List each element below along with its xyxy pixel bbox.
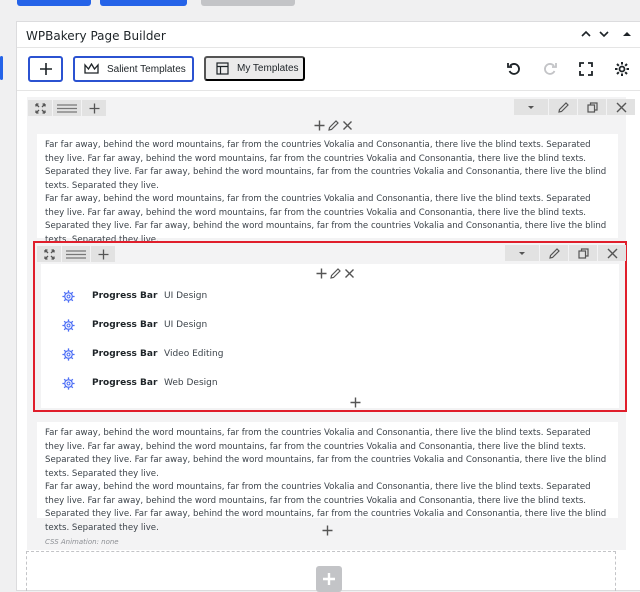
progress-bar-gear-icon — [62, 289, 75, 303]
progress-bar-label: UI Design — [164, 291, 208, 301]
row-layout-button[interactable] — [53, 100, 81, 116]
close-icon[interactable] — [344, 268, 355, 279]
crown-icon — [84, 63, 99, 74]
caret-down-icon — [519, 251, 525, 255]
progress-bar-label: Web Design — [164, 378, 218, 388]
pencil-icon — [557, 101, 569, 113]
pencil-icon[interactable] — [330, 267, 341, 279]
inner-column-controls — [316, 266, 355, 280]
fullscreen-icon[interactable] — [578, 61, 594, 77]
plus-icon — [39, 63, 52, 75]
divider — [17, 47, 640, 48]
top-button-2[interactable] — [100, 0, 187, 6]
text-paragraph: Far far away, behind the word mountains,… — [45, 194, 607, 245]
text-paragraph: Far far away, behind the word mountains,… — [45, 428, 607, 479]
row-dropdown-toggle[interactable] — [514, 99, 548, 115]
css-animation-note: CSS Animation: none — [45, 538, 119, 546]
move-icon — [34, 102, 46, 114]
inner-row-edit-button[interactable] — [540, 245, 568, 261]
text-paragraph: Far far away, behind the word mountains,… — [45, 140, 607, 191]
progress-bar-gear-icon — [62, 376, 75, 390]
row-clone-button[interactable] — [578, 99, 606, 115]
add-element-plus-icon[interactable] — [350, 397, 361, 408]
panel-title: WPBakery Page Builder — [26, 29, 166, 43]
progress-bar-element[interactable]: Progress Bar Web Design — [61, 375, 218, 391]
caret-down-icon — [528, 105, 534, 109]
side-indicator — [0, 56, 3, 80]
redo-icon[interactable] — [542, 61, 558, 77]
pencil-icon — [548, 247, 560, 259]
inner-row-dropdown-toggle[interactable] — [505, 245, 539, 261]
inner-row-layout-button[interactable] — [62, 246, 90, 262]
row-controls-right — [513, 99, 635, 117]
inner-row-controls-right — [504, 245, 626, 263]
plus-icon[interactable] — [314, 120, 325, 131]
pencil-icon[interactable] — [328, 119, 339, 131]
close-icon — [607, 248, 617, 258]
divider — [17, 90, 640, 91]
progress-bar-name: Progress Bar — [92, 291, 158, 301]
progress-bar-element[interactable]: Progress Bar Video Editing — [61, 346, 223, 362]
progress-bar-gear-icon — [62, 318, 75, 332]
plus-icon[interactable] — [316, 268, 327, 279]
inner-column: Progress Bar UI Design Progress Bar UI D… — [41, 264, 619, 408]
columns-icon — [57, 103, 77, 113]
chevron-down-icon[interactable] — [597, 27, 611, 41]
progress-bar-label: Video Editing — [164, 349, 224, 359]
plus-icon — [89, 103, 99, 113]
row-move-handle[interactable] — [28, 100, 52, 116]
add-element-button[interactable] — [28, 56, 63, 82]
toggle-triangle-icon[interactable] — [620, 27, 634, 41]
progress-bar-name: Progress Bar — [92, 320, 158, 330]
clone-icon — [586, 101, 598, 113]
columns-icon — [66, 249, 86, 259]
row-delete-button[interactable] — [607, 99, 635, 115]
inner-row-selected[interactable]: Progress Bar UI Design Progress Bar UI D… — [33, 241, 627, 412]
top-button-1[interactable] — [17, 0, 91, 6]
salient-templates-button[interactable]: Salient Templates — [73, 56, 194, 82]
chevron-up-icon[interactable] — [579, 27, 593, 41]
plus-icon — [98, 249, 108, 259]
column-controls — [314, 118, 353, 132]
top-button-3[interactable] — [201, 0, 295, 6]
row-add-column[interactable] — [82, 100, 106, 116]
salient-templates-label: Salient Templates — [107, 63, 186, 75]
inner-row-controls-left — [37, 245, 116, 263]
progress-bar-name: Progress Bar — [92, 378, 158, 388]
text-block[interactable]: Far far away, behind the word mountains,… — [37, 422, 618, 546]
clone-icon — [577, 247, 589, 259]
gear-icon[interactable] — [614, 61, 630, 77]
progress-bar-name: Progress Bar — [92, 349, 158, 359]
close-icon[interactable] — [342, 120, 353, 131]
progress-bar-element[interactable]: Progress Bar UI Design — [61, 317, 207, 333]
inner-row-delete-button[interactable] — [598, 245, 626, 261]
my-templates-button[interactable]: My Templates — [204, 56, 305, 81]
close-icon — [616, 102, 626, 112]
text-block[interactable]: Far far away, behind the word mountains,… — [37, 134, 618, 258]
inner-row-move-handle[interactable] — [37, 246, 61, 262]
my-templates-label: My Templates — [237, 63, 299, 74]
plus-icon — [323, 573, 335, 585]
inner-row-add-column[interactable] — [91, 246, 115, 262]
progress-bar-element[interactable]: Progress Bar UI Design — [61, 288, 207, 304]
add-element-plus-icon[interactable] — [322, 525, 333, 536]
layout-icon — [216, 62, 229, 75]
inner-row-clone-button[interactable] — [569, 245, 597, 261]
row-controls-left — [28, 99, 107, 117]
progress-bar-gear-icon — [62, 347, 75, 361]
move-icon — [43, 248, 55, 260]
progress-bar-label: UI Design — [164, 320, 208, 330]
row-edit-button[interactable] — [549, 99, 577, 115]
add-row-button[interactable] — [316, 566, 342, 592]
undo-icon[interactable] — [506, 61, 522, 77]
